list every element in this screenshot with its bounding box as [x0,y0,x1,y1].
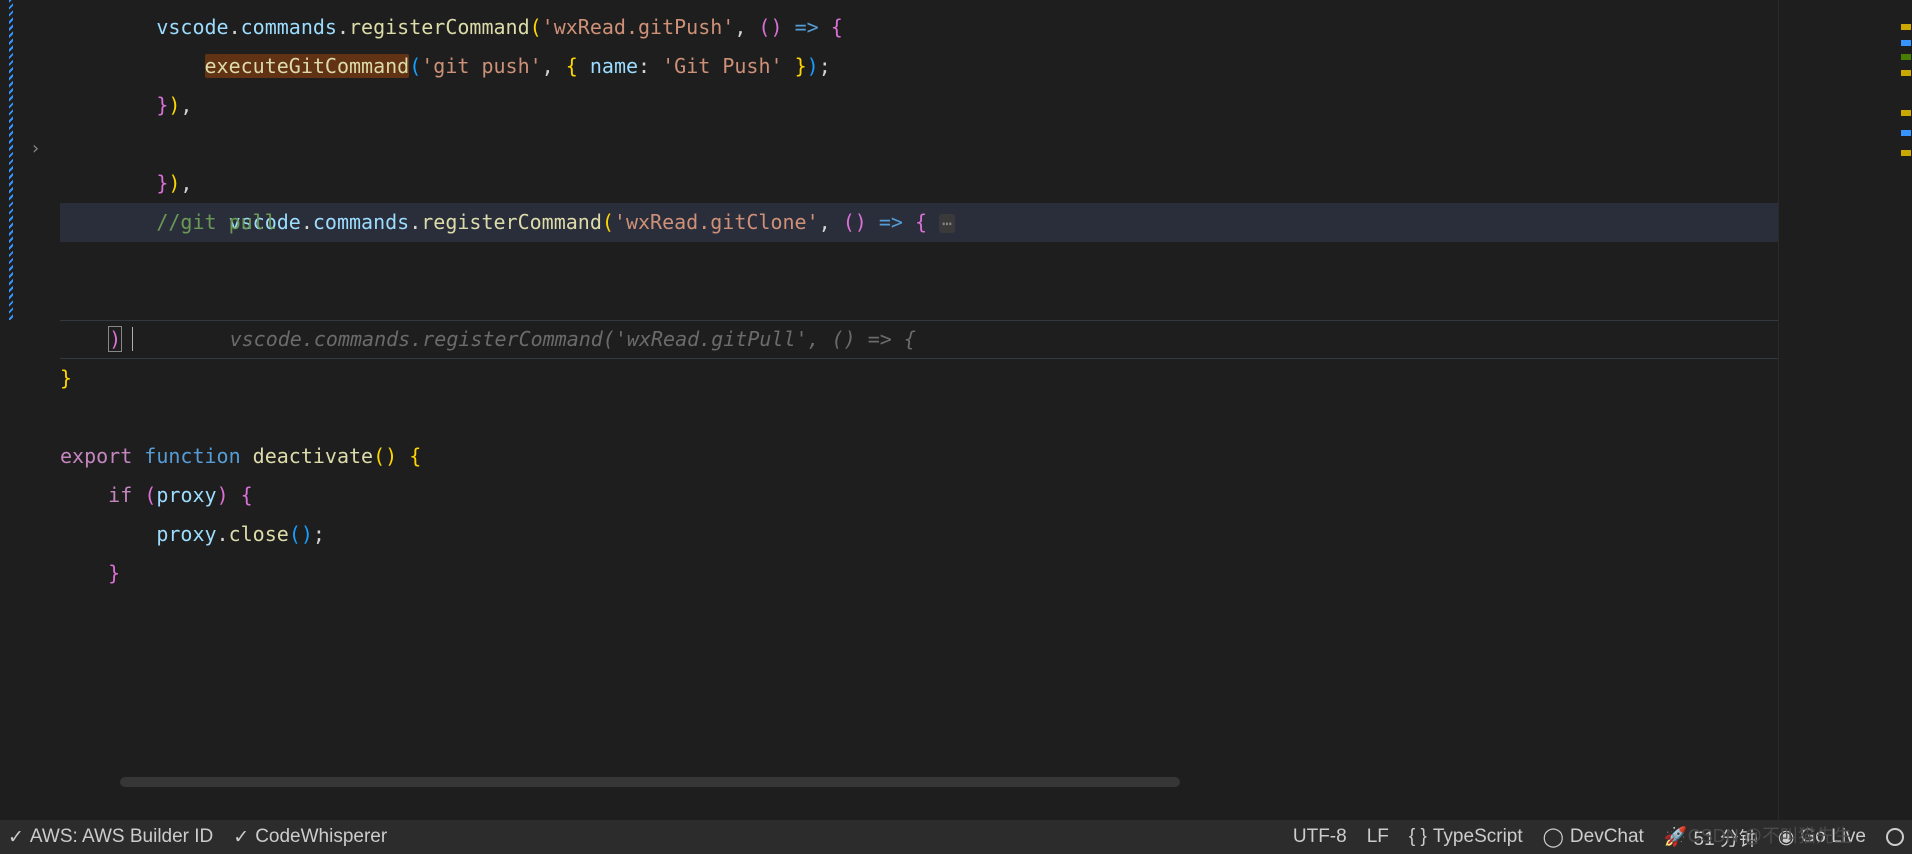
status-golive[interactable]: ◉ Go Live [1778,826,1866,849]
status-eol[interactable]: LF [1367,826,1389,848]
code-line[interactable]: } [60,554,1778,593]
code-line[interactable] [60,281,1778,320]
chat-icon: ◯ [1543,826,1564,849]
code-line[interactable] [60,398,1778,437]
code-line[interactable]: } [60,359,1778,398]
check-icon: ✓ [8,826,24,849]
overview-ruler[interactable] [1898,0,1912,820]
code-line[interactable]: export function deactivate() { [60,437,1778,476]
status-profile[interactable] [1886,828,1904,846]
status-aws[interactable]: ✓ AWS: AWS Builder ID [8,826,213,849]
ruler-warning-mark[interactable] [1901,110,1911,116]
rocket-icon: 🚀 [1664,825,1688,849]
code-line[interactable]: }), [60,164,1778,203]
code-line[interactable]: }), [60,86,1778,125]
check-icon: ✓ [233,826,249,849]
ruler-warning-mark[interactable] [1901,150,1911,156]
fold-chevron-icon[interactable]: › [30,138,41,159]
code-line[interactable]: vscode.commands.registerCommand('wxRead.… [60,8,1778,47]
code-line[interactable]: proxy.close(); [60,515,1778,554]
ruler-warning-mark[interactable] [1901,70,1911,76]
fold-ellipsis-icon[interactable]: ⋯ [939,214,955,233]
profile-icon [1886,828,1904,846]
gutter: › [0,0,60,820]
code-line[interactable]: if (proxy) { [60,476,1778,515]
broadcast-icon: ◉ [1778,826,1795,849]
status-codewhisperer[interactable]: ✓ CodeWhisperer [233,826,387,849]
ruler-info-mark[interactable] [1901,130,1911,136]
change-indicator [9,0,13,320]
ruler-warning-mark[interactable] [1901,24,1911,30]
code-content[interactable]: vscode.commands.registerCommand('wxRead.… [60,0,1778,820]
minimap[interactable] [1778,0,1898,820]
status-devchat[interactable]: ◯ DevChat [1543,826,1644,849]
code-line[interactable]: executeGitCommand('git push', { name: 'G… [60,47,1778,86]
editor-area: › vscode.commands.registerCommand('wxRea… [0,0,1912,820]
braces-icon: { } [1409,826,1427,848]
status-time[interactable]: 🚀 51 分钟 [1664,824,1758,851]
ruler-add-mark[interactable] [1901,54,1911,60]
code-line-folded[interactable]: vscode.commands.registerCommand('wxRead.… [60,125,1778,164]
code-line-suggestion[interactable]: vscode.commands.registerCommand('wxRead.… [60,242,1778,281]
horizontal-scrollbar[interactable] [120,777,1180,787]
status-bar: ✓ AWS: AWS Builder ID ✓ CodeWhisperer UT… [0,820,1912,854]
ruler-info-mark[interactable] [1901,40,1911,46]
status-language[interactable]: { } TypeScript [1409,826,1523,848]
status-encoding[interactable]: UTF-8 [1293,826,1347,848]
